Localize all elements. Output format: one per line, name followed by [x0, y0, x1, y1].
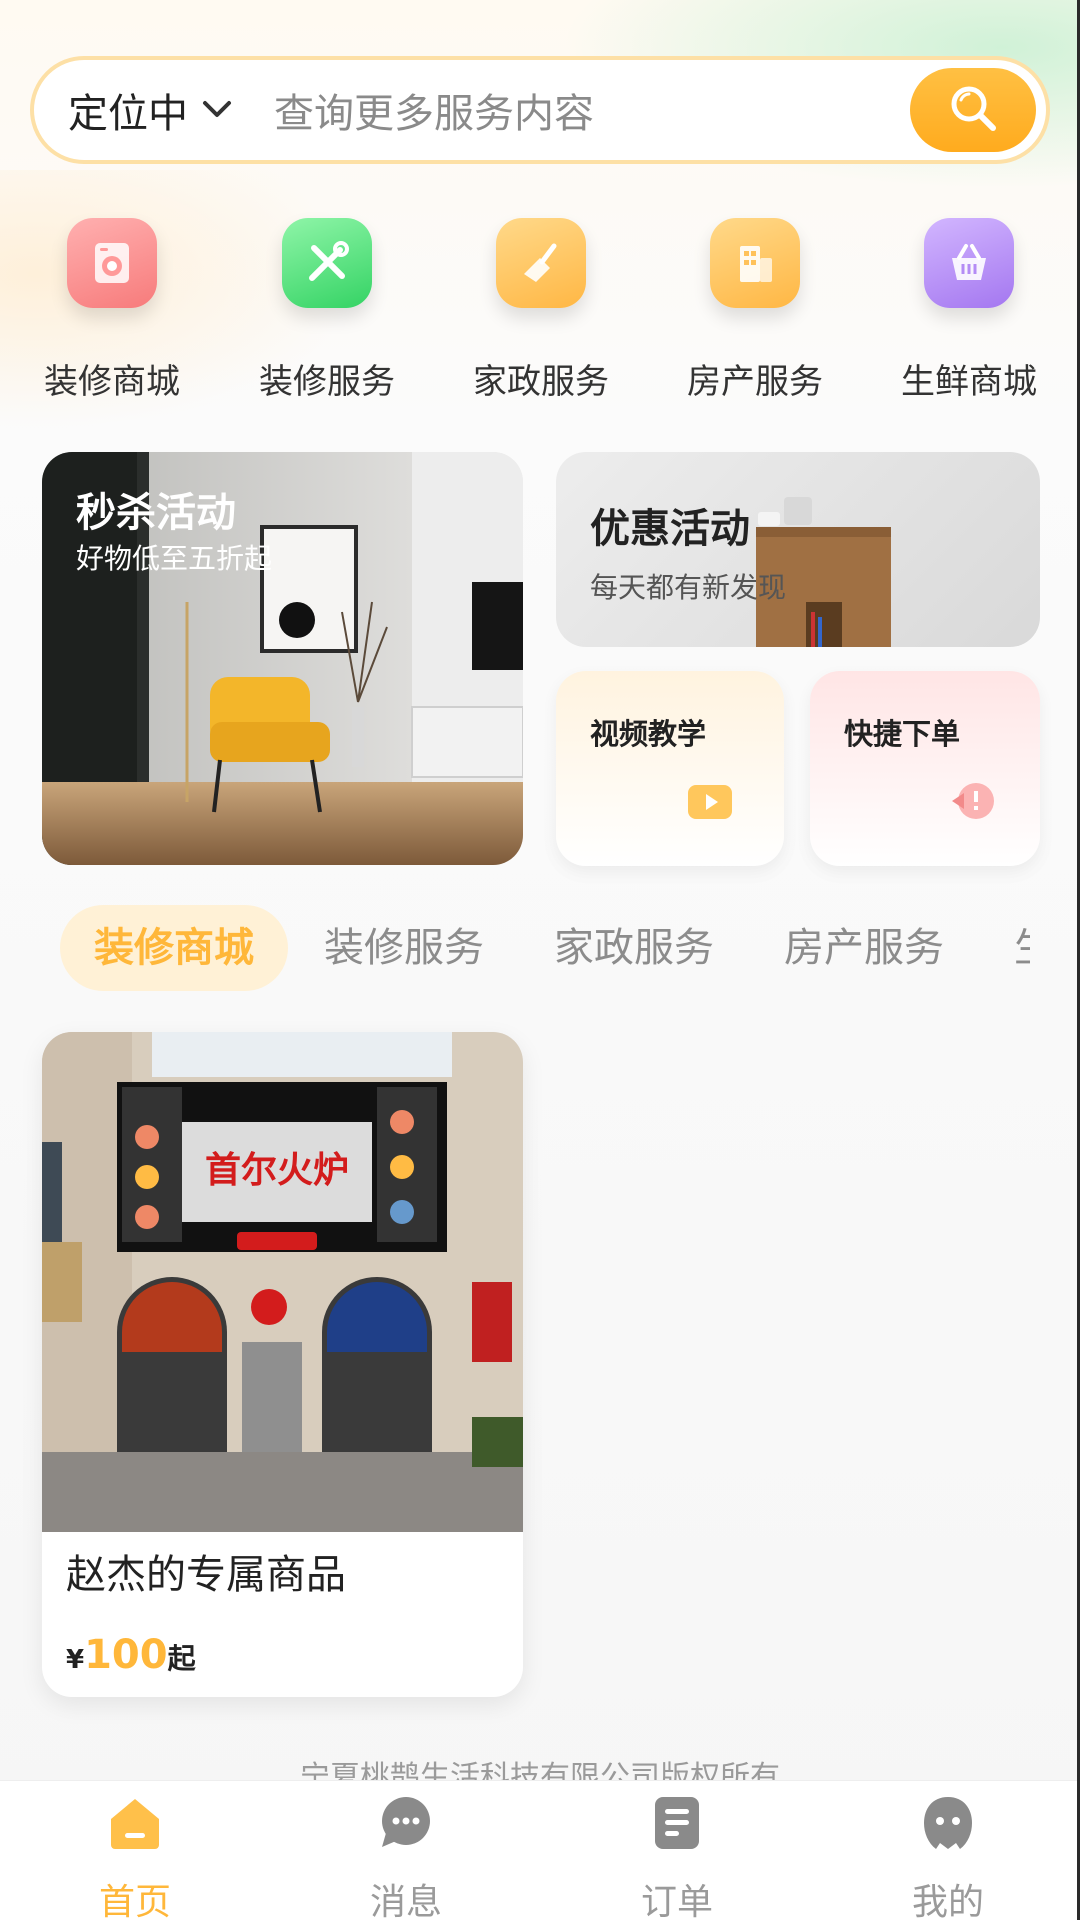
video-tutorial-card[interactable]: 视频教学 — [556, 671, 784, 866]
search-bar[interactable]: 定位中 查询更多服务内容 — [30, 56, 1050, 164]
category-label: 房产服务 — [687, 362, 823, 402]
location-selector[interactable]: 定位中 — [68, 81, 232, 139]
nav-label: 消息 — [369, 1882, 442, 1920]
category-grid: 装修商城 装修服务 家政服务 房产服务 生鲜商城 — [0, 212, 1080, 412]
location-label: 定位中 — [68, 91, 188, 137]
category-label: 装修服务 — [259, 362, 395, 402]
currency-symbol: ¥ — [66, 1645, 85, 1675]
nav-label: 订单 — [640, 1882, 713, 1920]
nav-orders[interactable]: 订单 — [577, 1781, 777, 1920]
video-play-icon — [686, 781, 740, 827]
tools-icon — [282, 218, 372, 308]
category-real-estate[interactable]: 房产服务 — [655, 212, 855, 403]
quick-order-card[interactable]: 快捷下单 — [810, 671, 1040, 866]
profile-icon — [920, 1795, 976, 1851]
category-decoration-service[interactable]: 装修服务 — [227, 212, 427, 403]
product-name: 赵杰的专属商品 — [66, 1552, 346, 1598]
nav-messages[interactable]: 消息 — [306, 1781, 506, 1920]
flash-sale-subtitle: 好物低至五折起 — [76, 542, 273, 575]
basket-icon — [924, 218, 1014, 308]
product-price: ¥100起 — [66, 1632, 196, 1678]
category-tabs: 装修商城 装修服务 家政服务 房产服务 生 — [0, 905, 1030, 991]
nav-label: 我的 — [911, 1882, 984, 1920]
washing-machine-icon — [67, 218, 157, 308]
category-label: 生鲜商城 — [901, 362, 1037, 402]
alert-bubble-icon — [946, 777, 1002, 829]
price-suffix: 起 — [167, 1642, 196, 1675]
tab-decoration-service[interactable]: 装修服务 — [324, 905, 484, 991]
home-icon — [107, 1795, 163, 1851]
category-fresh-mall[interactable]: 生鲜商城 — [869, 212, 1069, 403]
tab-fresh-mall[interactable]: 生 — [1014, 905, 1030, 991]
chat-icon — [378, 1795, 434, 1851]
storefront-photo: 首尔火炉 — [42, 1032, 523, 1532]
category-housekeeping[interactable]: 家政服务 — [441, 212, 641, 403]
bottom-tab-bar: 首页 消息 订单 我的 — [0, 1780, 1077, 1920]
discount-card[interactable]: 优惠活动 每天都有新发现 — [556, 452, 1040, 647]
nav-label: 首页 — [98, 1882, 171, 1920]
discount-title: 优惠活动 — [590, 506, 750, 552]
nav-home[interactable]: 首页 — [35, 1781, 235, 1920]
tab-real-estate[interactable]: 房产服务 — [784, 905, 944, 991]
building-icon — [710, 218, 800, 308]
video-tutorial-title: 视频教学 — [590, 717, 707, 751]
nav-profile[interactable]: 我的 — [848, 1781, 1048, 1920]
price-value: 100 — [84, 1632, 168, 1678]
sign-text: 首尔火炉 — [205, 1150, 349, 1191]
flash-sale-card[interactable]: 秒杀活动 好物低至五折起 — [42, 452, 523, 865]
product-card[interactable]: 首尔火炉 赵杰的专属商品 ¥100起 — [42, 1032, 523, 1697]
tab-housekeeping[interactable]: 家政服务 — [554, 905, 714, 991]
category-label: 家政服务 — [473, 362, 609, 402]
order-icon — [649, 1795, 705, 1851]
category-label: 装修商城 — [44, 362, 180, 402]
flash-sale-title: 秒杀活动 — [76, 490, 236, 536]
category-decoration-mall[interactable]: 装修商城 — [12, 212, 212, 403]
search-button[interactable] — [910, 68, 1036, 152]
discount-subtitle: 每天都有新发现 — [590, 571, 787, 604]
broom-icon — [496, 218, 586, 308]
search-icon — [945, 80, 1001, 140]
tab-decoration-mall[interactable]: 装修商城 — [60, 905, 288, 991]
quick-order-title: 快捷下单 — [844, 717, 961, 751]
chevron-down-icon — [202, 100, 232, 120]
